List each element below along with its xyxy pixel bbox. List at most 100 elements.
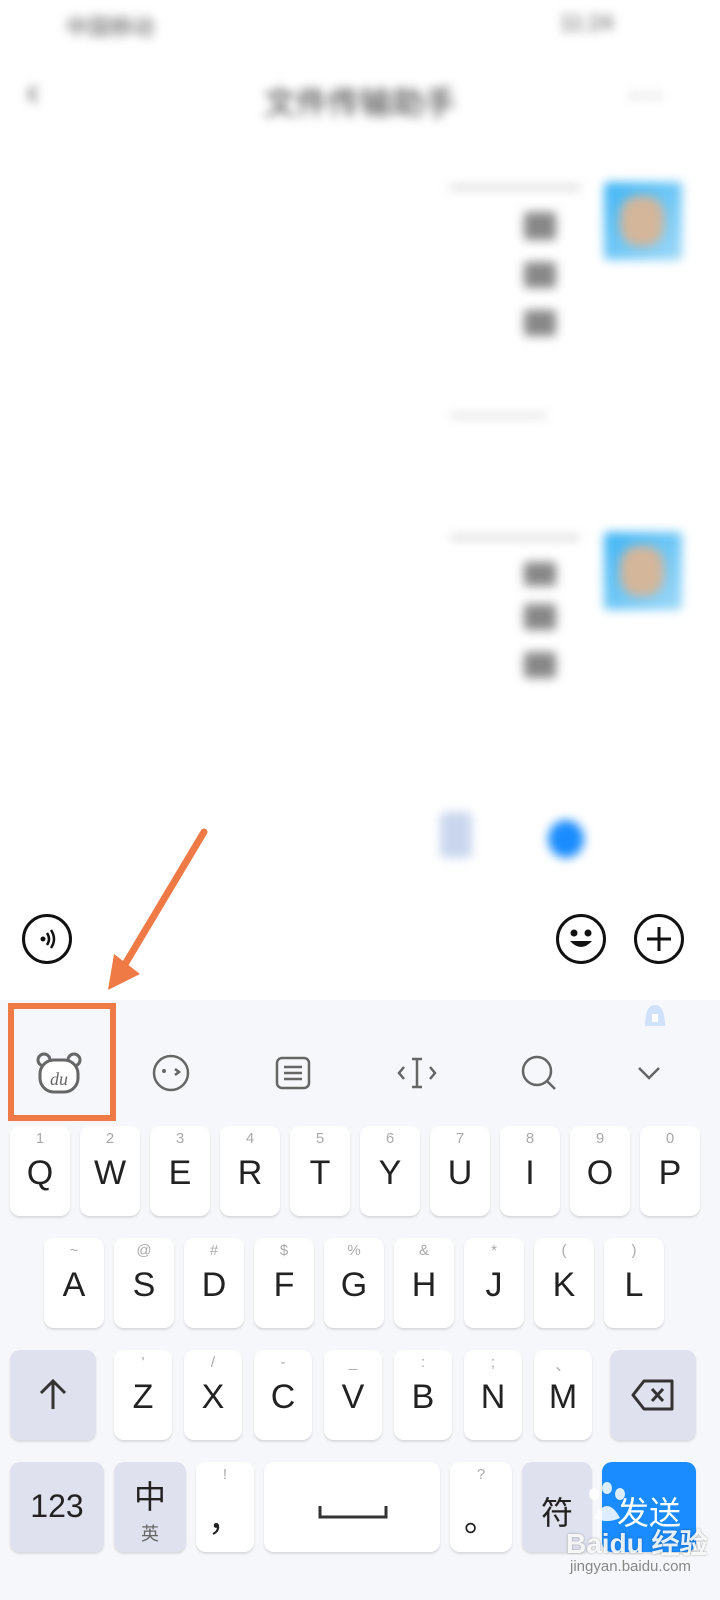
key-label: E [168,1154,192,1192]
key-t[interactable]: 5T [290,1126,350,1216]
shift-arrow-icon [39,1378,67,1409]
key-label: K [552,1266,576,1304]
key-hint: 1 [35,1130,45,1147]
key-a[interactable]: ~ A [44,1238,104,1328]
key-label: R [237,1154,263,1192]
key-o[interactable]: 9O [570,1126,630,1216]
space-bar-icon [318,1506,388,1519]
key-hint: 6 [385,1130,395,1147]
key-hint: @ [136,1242,152,1259]
search-icon[interactable] [514,1048,564,1098]
key-hint: 5 [315,1130,325,1147]
key-r[interactable]: 4R [220,1126,280,1216]
key-hint: - [280,1354,286,1371]
emoji-icon[interactable] [556,914,606,964]
key-hint: * [491,1242,497,1259]
key-hint: 3 [175,1130,185,1147]
key-hint: 8 [525,1130,535,1147]
key-c[interactable]: -C [254,1350,312,1440]
baidu-watermark: Baidu 经验 jingyan.baidu.com [566,1476,716,1576]
baidu-paw-icon [589,1482,625,1521]
keyboard-skin-icon[interactable] [640,1000,670,1030]
key-e[interactable]: 3E [150,1126,210,1216]
key-u[interactable]: 7U [430,1126,490,1216]
status-time: 11:24 [560,10,614,35]
key-label: C [270,1378,296,1416]
collapse-icon[interactable] [624,1048,674,1098]
key-m[interactable]: 、 M [534,1350,592,1440]
key-p[interactable]: 0P [640,1126,700,1216]
cursor-move-icon[interactable] [392,1048,442,1098]
key-hint: & [418,1242,429,1259]
key-i[interactable]: 8I [500,1126,560,1216]
key-h[interactable]: & H [394,1238,454,1328]
key-hint: % [347,1242,361,1259]
key-label: W [93,1154,127,1192]
key-label: J [485,1266,503,1304]
lang-switch-key[interactable]: 中 英 [114,1462,186,1552]
key-label: N [480,1378,506,1416]
key-label: X [201,1378,225,1416]
key-z[interactable]: ' Z [114,1350,172,1440]
watermark-url: jingyan.baidu.com [570,1558,691,1575]
chat-title: 文件传输助手 [263,85,456,121]
key-label: V [341,1378,365,1416]
key-w[interactable]: 2W [80,1126,140,1216]
key-b[interactable]: :B [394,1350,452,1440]
key-v[interactable]: _ V [324,1350,382,1440]
key-d[interactable]: # D [184,1238,244,1328]
key-hint: 2 [105,1130,115,1147]
key-label: B [411,1378,435,1416]
key-hint: : [420,1354,426,1371]
key-label: A [62,1266,86,1304]
key-label: D [201,1266,227,1304]
key-j[interactable]: * J [464,1238,524,1328]
key-label: L [624,1266,644,1304]
backspace-icon [631,1379,674,1411]
key-k[interactable]: (K [534,1238,594,1328]
key-hint: ( [561,1242,567,1259]
plus-icon[interactable] [634,914,684,964]
period-key[interactable]: ? 。 [450,1462,512,1552]
key-f[interactable]: $ F [254,1238,314,1328]
key-label: U [447,1154,473,1192]
key-label: Q [26,1154,54,1192]
key-label: H [411,1266,437,1304]
key-hint: 0 [665,1130,675,1147]
shift-key[interactable] [10,1350,96,1440]
key-hint: 4 [245,1130,255,1147]
key-s[interactable]: @ S [114,1238,174,1328]
key-hint: $ [279,1242,289,1259]
key-hint: # [209,1242,219,1259]
key-hint: ; [490,1354,496,1371]
key-g[interactable]: % G [324,1238,384,1328]
avatar [604,182,682,260]
key-l[interactable]: ) L [604,1238,664,1328]
more-icon[interactable]: ··· [628,78,664,112]
numeric-key[interactable]: 123 [10,1462,104,1552]
avatar [604,532,682,610]
space-key[interactable] [264,1462,440,1552]
key-hint: ) [631,1242,637,1259]
key-label: P [658,1154,682,1192]
key-n[interactable]: ; N [464,1350,522,1440]
key-hint: / [210,1354,216,1371]
key-label: T [309,1154,331,1192]
key-hint: ' [141,1354,145,1371]
clipboard-icon[interactable] [268,1048,318,1098]
key-x[interactable]: / X [184,1350,242,1440]
annotation-arrow-icon [108,828,208,990]
status-carrier: 中国移动 [66,15,155,40]
key-hint: _ [348,1354,358,1371]
comma-key[interactable]: ! ， [196,1462,254,1552]
key-hint: 7 [455,1130,465,1147]
key-label: S [132,1266,156,1304]
key-hint: 9 [595,1130,605,1147]
key-label: G [340,1266,368,1304]
key-hint: 、 [555,1357,571,1374]
voice-input-icon[interactable] [22,914,72,964]
emoji-face-icon[interactable] [146,1048,196,1098]
key-q[interactable]: 1Q [10,1126,70,1216]
backspace-key[interactable] [610,1350,696,1440]
key-y[interactable]: 6Y [360,1126,420,1216]
